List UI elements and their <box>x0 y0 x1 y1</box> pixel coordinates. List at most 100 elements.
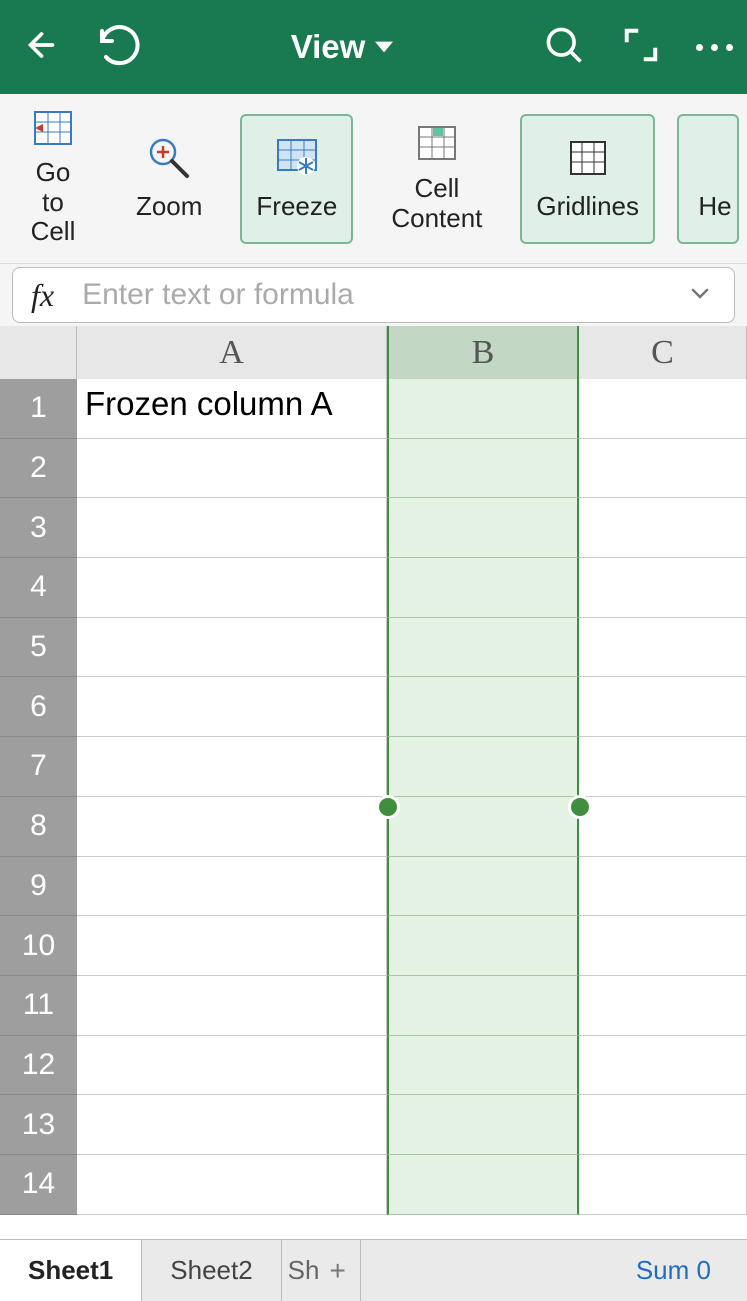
cell-C3[interactable] <box>579 498 747 558</box>
cell-B5[interactable] <box>387 618 579 678</box>
cell-A7[interactable] <box>77 737 387 797</box>
selection-handle-right[interactable] <box>568 795 592 819</box>
cell-C5[interactable] <box>579 618 747 678</box>
cell-A3[interactable] <box>77 498 387 558</box>
select-all-corner[interactable] <box>0 326 77 379</box>
zoom-button[interactable]: Zoom <box>120 114 218 244</box>
header-title: View <box>291 28 366 66</box>
row-header-8[interactable]: 8 <box>0 797 77 857</box>
cell-C11[interactable] <box>579 976 747 1036</box>
formula-input[interactable] <box>82 278 656 312</box>
row-10: 10 <box>0 916 747 976</box>
cell-C10[interactable] <box>579 916 747 976</box>
more-icon[interactable] <box>696 44 733 51</box>
cell-A2[interactable] <box>77 439 387 499</box>
cell-B8[interactable] <box>387 797 579 857</box>
cell-A5[interactable] <box>77 618 387 678</box>
go-to-cell-button[interactable]: Go to Cell <box>8 114 98 244</box>
dropdown-icon <box>375 38 393 56</box>
row-7: 7 <box>0 737 747 797</box>
cell-content-label: Cell Content <box>391 174 482 234</box>
add-sheet-icon[interactable]: + <box>329 1255 345 1287</box>
selection-handle-left[interactable] <box>376 795 400 819</box>
row-header-4[interactable]: 4 <box>0 558 77 618</box>
cell-B10[interactable] <box>387 916 579 976</box>
cell-C8[interactable] <box>579 797 747 857</box>
cell-A12[interactable] <box>77 1036 387 1096</box>
cell-A1[interactable]: Frozen column A <box>77 379 387 439</box>
cell-A8[interactable] <box>77 797 387 857</box>
tab-sheet1[interactable]: Sheet1 <box>0 1240 142 1301</box>
cell-C14[interactable] <box>579 1155 747 1215</box>
row-4: 4 <box>0 558 747 618</box>
cell-B3[interactable] <box>387 498 579 558</box>
row-header-2[interactable]: 2 <box>0 439 77 499</box>
cell-B12[interactable] <box>387 1036 579 1096</box>
freeze-button[interactable]: Freeze <box>240 114 353 244</box>
cell-A4[interactable] <box>77 558 387 618</box>
row-header-12[interactable]: 12 <box>0 1036 77 1096</box>
cell-C2[interactable] <box>579 439 747 499</box>
search-icon[interactable] <box>542 23 586 72</box>
row-header-9[interactable]: 9 <box>0 857 77 917</box>
zoom-icon <box>147 136 191 180</box>
row-header-14[interactable]: 14 <box>0 1155 77 1215</box>
undo-icon[interactable] <box>94 21 142 74</box>
row-header-11[interactable]: 11 <box>0 976 77 1036</box>
gridlines-icon <box>566 136 610 180</box>
tab-sheet2[interactable]: Sheet2 <box>142 1240 281 1301</box>
cell-B4[interactable] <box>387 558 579 618</box>
cell-C9[interactable] <box>579 857 747 917</box>
row-header-13[interactable]: 13 <box>0 1095 77 1155</box>
cell-B6[interactable] <box>387 677 579 737</box>
row-header-3[interactable]: 3 <box>0 498 77 558</box>
headings-button[interactable]: He <box>677 114 739 244</box>
column-headers: A B C <box>0 326 747 379</box>
tab-switcher[interactable]: View <box>142 28 542 66</box>
cell-C4[interactable] <box>579 558 747 618</box>
row-header-7[interactable]: 7 <box>0 737 77 797</box>
cell-A11[interactable] <box>77 976 387 1036</box>
cell-A10[interactable] <box>77 916 387 976</box>
gridlines-button[interactable]: Gridlines <box>520 114 655 244</box>
col-header-B[interactable]: B <box>387 326 579 379</box>
spreadsheet-grid[interactable]: A B C 1Frozen column A234567891011121314 <box>0 326 747 1239</box>
row-header-6[interactable]: 6 <box>0 677 77 737</box>
cell-C1[interactable] <box>579 379 747 439</box>
cell-B13[interactable] <box>387 1095 579 1155</box>
row-5: 5 <box>0 618 747 678</box>
cell-A9[interactable] <box>77 857 387 917</box>
cell-B9[interactable] <box>387 857 579 917</box>
tab-sheet3-partial[interactable]: Sh + <box>282 1240 361 1301</box>
cell-B2[interactable] <box>387 439 579 499</box>
grid-rows: 1Frozen column A234567891011121314 <box>0 379 747 1239</box>
row-header-10[interactable]: 10 <box>0 916 77 976</box>
fullscreen-icon[interactable] <box>622 26 660 69</box>
cell-B7[interactable] <box>387 737 579 797</box>
cell-B14[interactable] <box>387 1155 579 1215</box>
col-header-C[interactable]: C <box>579 326 747 379</box>
status-sum[interactable]: Sum 0 <box>600 1240 747 1301</box>
cell-B11[interactable] <box>387 976 579 1036</box>
col-header-A[interactable]: A <box>77 326 387 379</box>
row-header-1[interactable]: 1 <box>0 379 77 439</box>
expand-formula-icon[interactable] <box>684 281 716 310</box>
row-8: 8 <box>0 797 747 857</box>
cell-C13[interactable] <box>579 1095 747 1155</box>
cell-A14[interactable] <box>77 1155 387 1215</box>
sheet-tabs: Sheet1 Sheet2 Sh + Sum 0 <box>0 1239 747 1301</box>
back-icon[interactable] <box>14 23 58 72</box>
cell-C6[interactable] <box>579 677 747 737</box>
row-3: 3 <box>0 498 747 558</box>
freeze-icon <box>275 136 319 180</box>
cell-A6[interactable] <box>77 677 387 737</box>
row-header-5[interactable]: 5 <box>0 618 77 678</box>
cell-C7[interactable] <box>579 737 747 797</box>
cell-C12[interactable] <box>579 1036 747 1096</box>
cell-A13[interactable] <box>77 1095 387 1155</box>
freeze-label: Freeze <box>256 192 337 222</box>
gridlines-label: Gridlines <box>536 192 639 222</box>
headings-label: He <box>698 192 731 222</box>
cell-content-button[interactable]: Cell Content <box>375 114 498 244</box>
cell-B1[interactable] <box>387 379 579 439</box>
